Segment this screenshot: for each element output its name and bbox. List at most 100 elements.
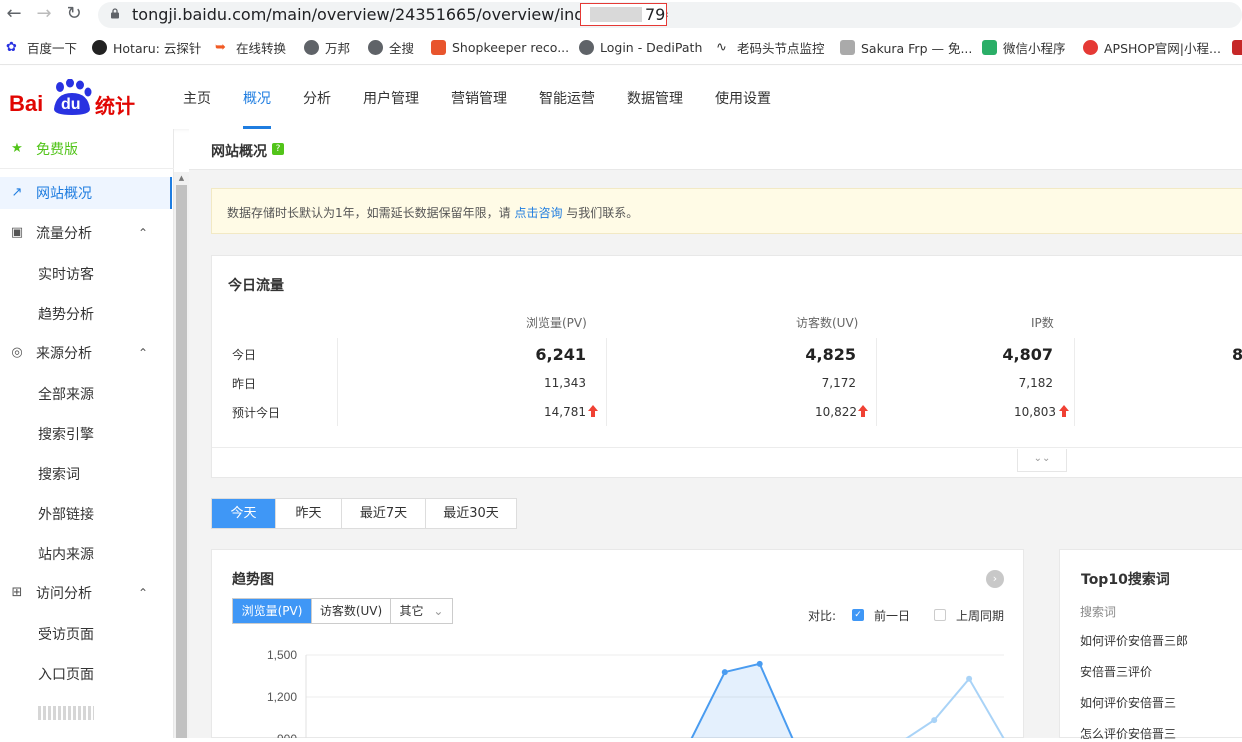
nav-analysis[interactable]: 分析 [303,88,331,108]
bookmark-baidu[interactable]: ✿ 百度一下 [6,38,77,56]
sidebar-group-traffic[interactable]: ▣ 流量分析 ⌃ [0,213,174,253]
help-icon[interactable]: ? [272,143,284,155]
sidebar-item-entry-pages[interactable]: 入口页面 [38,664,94,684]
ip-yesterday: 7,182 [1018,376,1053,390]
column-divider [1074,338,1075,426]
compare-prev-day-label: 前一日 [874,609,911,623]
up-arrow-icon [1059,405,1069,417]
compare-last-week-label: 上周同期 [956,609,1005,623]
dropdown-other[interactable]: 其它 ⌄ [391,599,452,623]
traffic-icon: ▣ [10,225,24,240]
tab-pv[interactable]: 浏览量(PV) [233,599,312,623]
tab-last-7-days[interactable]: 最近7天 [342,499,426,528]
nav-data-mgmt[interactable]: 数据管理 [627,88,683,108]
column-uv: 访客数(UV) [796,316,859,330]
notice-text: 数据存储时长默认为1年，如需延长数据保留年限，请 点击咨询 与我们联系。 [227,206,639,220]
checkbox-prev-day[interactable]: ✓ [852,609,864,621]
sidebar-group-source[interactable]: ◎ 来源分析 ⌃ [0,333,174,373]
data-point[interactable] [756,660,763,667]
bookmark-wanbang[interactable]: 万邦 [304,38,350,56]
sidebar-item-external-links[interactable]: 外部链接 [38,504,94,524]
tab-yesterday[interactable]: 昨天 [276,499,342,528]
sidebar-item-internal-source[interactable]: 站内来源 [38,544,94,564]
checkbox-last-week[interactable] [934,609,946,621]
scrollbar-thumb[interactable] [176,185,187,738]
sidebar-item-search-engine[interactable]: 搜索引擎 [38,424,94,444]
keyword-item[interactable]: 如何评价安倍晋三郎 [1080,632,1188,649]
series-line [905,677,1005,738]
bookmark-icon [1232,39,1242,55]
nav-home[interactable]: 主页 [183,88,211,108]
data-point[interactable] [931,717,938,724]
top10-column-header: 搜索词 [1080,605,1117,619]
row-label-forecast: 预计今日 [232,406,281,420]
globe-icon [579,39,594,55]
y-tick-label: 900 [277,732,297,738]
keyword-item[interactable]: 如何评价安倍晋三 [1080,694,1176,711]
tab-today[interactable]: 今天 [212,499,276,528]
pv-forecast: 14,781 [544,405,586,419]
visit-icon: ⊞ [11,585,23,600]
bookmark-quansou[interactable]: 全搜 [368,38,414,56]
bookmark-weixin[interactable]: 微信小程序 [982,38,1066,56]
nav-users[interactable]: 用户管理 [363,88,419,108]
nav-overview[interactable]: 概况 [243,88,271,108]
expand-chevron-icon[interactable]: ⌄⌄ [1017,449,1067,472]
chevron-right-icon[interactable]: › [986,570,1004,588]
bookmark-dedipath[interactable]: Login - DediPath [579,38,702,56]
chevron-up-icon: ⌃ [138,586,149,600]
plan-badge: ★ 免费版 [0,129,174,169]
uv-today: 4,825 [805,345,856,364]
back-icon[interactable]: ← [4,4,24,24]
data-point[interactable] [721,669,728,676]
convert-icon: ➥ [215,39,226,55]
sidebar-group-visit[interactable]: ⊞ 访问分析 ⌃ [0,573,174,613]
bookmark-apshop[interactable]: APSHOP官网|小程... [1083,38,1221,56]
consult-link[interactable]: 点击咨询 [514,206,562,220]
y-tick-label: 1,200 [267,690,297,704]
bookmark-sakura[interactable]: Sakura Frp — 免... [840,38,972,56]
bookmark-shopkeeper[interactable]: Shopkeeper reco... [431,38,569,56]
row-label-today: 今日 [232,348,257,362]
sidebar-item-all-sources[interactable]: 全部来源 [38,384,94,404]
sidebar-item-trend[interactable]: 趋势分析 [38,304,94,324]
line-chart-icon: ↗ [11,185,23,200]
sakura-icon [840,39,855,55]
pv-today: 6,241 [535,345,586,364]
forward-icon[interactable]: → [34,4,54,24]
ip-forecast: 10,803 [1014,405,1056,419]
bookmark-overflow[interactable] [1232,38,1242,56]
date-range-tabs: 今天 昨天 最近7天 最近30天 [211,498,517,529]
card-divider [212,447,1242,448]
keyword-item[interactable]: 安倍晋三评价 [1080,663,1152,680]
bookmark-hotaru[interactable]: Hotaru: 云探针 [92,38,201,56]
bookmark-monitor[interactable]: ∿ 老码头节点监控 [716,38,825,56]
nav-marketing[interactable]: 营销管理 [451,88,507,108]
column-divider [337,338,338,426]
nav-settings[interactable]: 使用设置 [715,88,771,108]
data-point[interactable] [966,675,973,682]
sidebar-item-search-words[interactable]: 搜索词 [38,464,80,484]
sidebar-item-overview[interactable]: ↗ 网站概况 [0,177,172,209]
nav-smart-ops[interactable]: 智能运营 [539,88,595,108]
tab-uv[interactable]: 访客数(UV) [312,599,391,623]
chevron-up-icon: ⌃ [138,226,149,240]
reload-icon[interactable]: ↻ [64,4,84,24]
y-tick-label: 1,500 [267,648,297,662]
column-ip: IP数 [1031,316,1054,330]
chevron-down-icon: ⌄ [433,604,444,618]
url-redacted-part [590,7,642,22]
keyword-item[interactable]: 怎么评价安倍晋三 [1080,725,1176,742]
series-area [689,663,795,738]
globe-icon [368,39,383,55]
tab-last-30-days[interactable]: 最近30天 [426,499,516,528]
github-icon [92,39,107,55]
trend-chart: 1,500 1,200 900 [267,648,1005,738]
scroll-up-arrow-icon[interactable]: ▲ [174,172,189,184]
miniprogram-icon [982,39,997,55]
apshop-icon [1083,39,1098,55]
sidebar-item-realtime[interactable]: 实时访客 [38,264,94,284]
sidebar-item-visited-pages[interactable]: 受访页面 [38,624,94,644]
bookmark-convert[interactable]: ➥ 在线转换 [215,38,286,56]
page-title: 网站概况 [211,144,267,160]
